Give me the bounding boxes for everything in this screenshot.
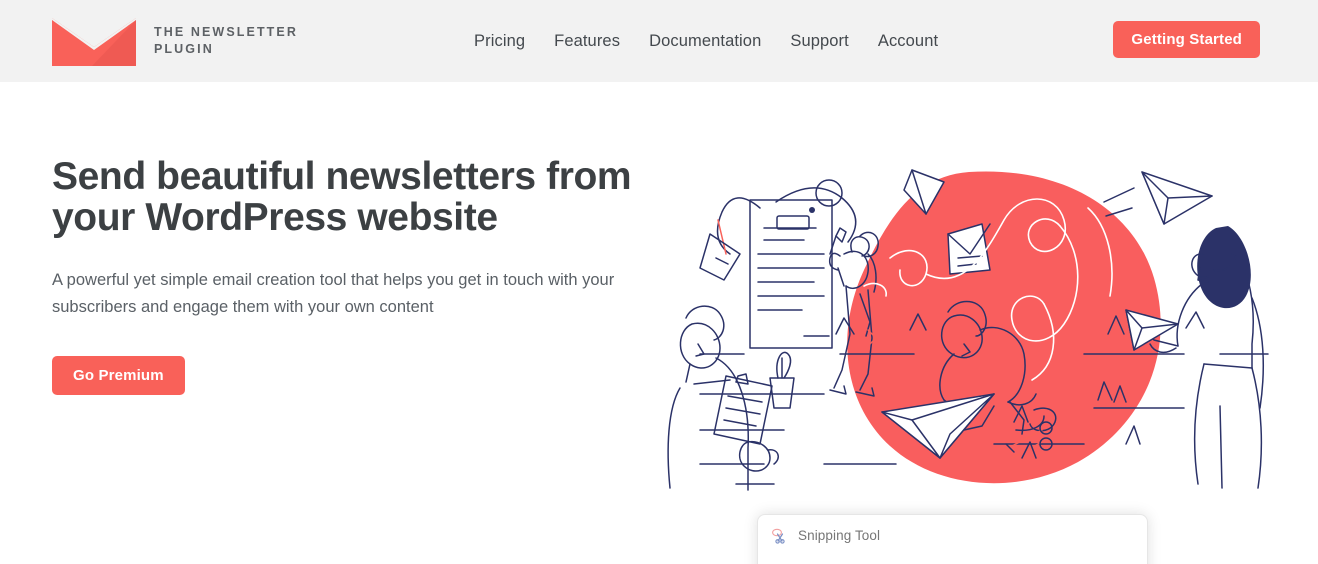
brand-name: THE NEWSLETTER PLUGIN bbox=[154, 24, 298, 58]
nav-item-pricing[interactable]: Pricing bbox=[474, 32, 525, 51]
site-header: THE NEWSLETTER PLUGIN Pricing Features D… bbox=[0, 0, 1318, 82]
brand-logo[interactable]: THE NEWSLETTER PLUGIN bbox=[52, 0, 298, 82]
page-title: Send beautiful newsletters from your Wor… bbox=[52, 155, 632, 239]
nav-item-features[interactable]: Features bbox=[554, 32, 620, 51]
nav-item-documentation[interactable]: Documentation bbox=[649, 32, 761, 51]
envelope-logo-icon bbox=[52, 16, 136, 66]
nav-link-documentation[interactable]: Documentation bbox=[649, 32, 761, 50]
brand-name-line1: THE NEWSLETTER bbox=[154, 25, 298, 39]
scissors-icon bbox=[772, 527, 789, 544]
nav-link-account[interactable]: Account bbox=[878, 32, 938, 50]
nav-item-account[interactable]: Account bbox=[878, 32, 938, 51]
hero-subtitle: A powerful yet simple email creation too… bbox=[52, 271, 615, 316]
nav-link-pricing[interactable]: Pricing bbox=[474, 32, 525, 50]
brand-name-line2: PLUGIN bbox=[154, 42, 214, 56]
snipping-tool-window[interactable]: Snipping Tool bbox=[757, 514, 1148, 564]
main-navigation: Pricing Features Documentation Support A… bbox=[474, 0, 938, 82]
nav-item-support[interactable]: Support bbox=[790, 32, 849, 51]
getting-started-button[interactable]: Getting Started bbox=[1113, 21, 1260, 58]
team-paper-planes-illustration bbox=[664, 158, 1284, 494]
hero-section: Send beautiful newsletters from your Wor… bbox=[52, 156, 672, 395]
go-premium-button[interactable]: Go Premium bbox=[52, 356, 185, 395]
snipping-tool-titlebar[interactable]: Snipping Tool bbox=[758, 515, 1147, 555]
snipping-tool-title: Snipping Tool bbox=[798, 527, 881, 543]
nav-link-features[interactable]: Features bbox=[554, 32, 620, 50]
nav-link-support[interactable]: Support bbox=[790, 32, 849, 50]
